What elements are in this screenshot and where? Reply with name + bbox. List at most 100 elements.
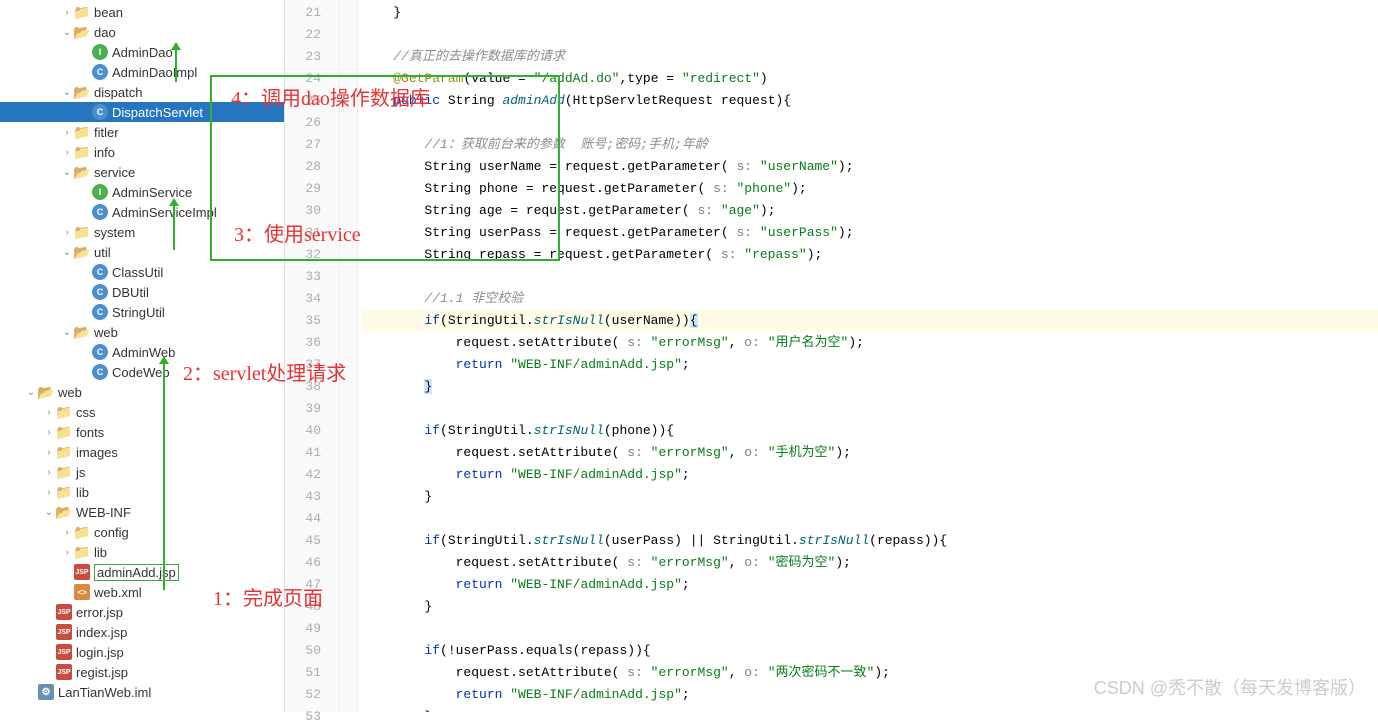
code-line[interactable]: [362, 266, 1378, 288]
line-number: 38: [285, 376, 321, 398]
tree-item-info[interactable]: ›info: [0, 142, 284, 162]
tree-item-web[interactable]: ⌄web: [0, 322, 284, 342]
tree-item-stringutil[interactable]: StringUtil: [0, 302, 284, 322]
tree-item-js[interactable]: ›js: [0, 462, 284, 482]
code-line[interactable]: return "WEB-INF/adminAdd.jsp";: [362, 684, 1378, 706]
tree-item-dao[interactable]: ⌄dao: [0, 22, 284, 42]
folder-icon: [74, 84, 90, 100]
tree-item-lib[interactable]: ›lib: [0, 482, 284, 502]
chevron-right-icon[interactable]: ›: [42, 467, 56, 478]
code-line[interactable]: }: [362, 2, 1378, 24]
code-line[interactable]: public String adminAdd(HttpServletReques…: [362, 90, 1378, 112]
tree-item-fitler[interactable]: ›fitler: [0, 122, 284, 142]
chevron-right-icon[interactable]: ›: [60, 547, 74, 558]
code-line[interactable]: //真正的去操作数据库的请求: [362, 46, 1378, 68]
tree-item-fonts[interactable]: ›fonts: [0, 422, 284, 442]
code-line[interactable]: request.setAttribute( s: "errorMsg", o: …: [362, 442, 1378, 464]
chevron-right-icon[interactable]: ›: [60, 127, 74, 138]
code-line[interactable]: @GetParam(value = "/addAd.do",type = "re…: [362, 68, 1378, 90]
tree-item-adminserviceimpl[interactable]: AdminServiceImpl: [0, 202, 284, 222]
tree-item-images[interactable]: › images: [0, 442, 284, 462]
tree-item-adminadd-jsp[interactable]: adminAdd.jsp: [0, 562, 284, 582]
project-tree[interactable]: ›bean⌄daoAdminDaoAdminDaoImpl⌄dispatchDi…: [0, 0, 285, 712]
tree-item-bean[interactable]: ›bean: [0, 2, 284, 22]
tree-item-adminservice[interactable]: AdminService: [0, 182, 284, 202]
chevron-right-icon[interactable]: ›: [42, 447, 56, 458]
tree-item-lantianweb-iml[interactable]: LanTianWeb.iml: [0, 682, 284, 702]
code-line[interactable]: if(!userPass.equals(repass)){: [362, 640, 1378, 662]
tree-label: images: [76, 445, 118, 460]
chevron-right-icon[interactable]: ›: [42, 487, 56, 498]
code-line[interactable]: [362, 398, 1378, 420]
code-line[interactable]: [362, 112, 1378, 134]
code-line[interactable]: [362, 508, 1378, 530]
tree-item-admindao[interactable]: AdminDao: [0, 42, 284, 62]
jsp-icon: [56, 604, 72, 620]
chevron-right-icon[interactable]: ›: [60, 227, 74, 238]
code-line[interactable]: }: [362, 486, 1378, 508]
chevron-right-icon[interactable]: ›: [42, 407, 56, 418]
code-line[interactable]: [362, 24, 1378, 46]
tree-item-service[interactable]: ⌄service: [0, 162, 284, 182]
tree-item-admindaoimpl[interactable]: AdminDaoImpl: [0, 62, 284, 82]
code-line[interactable]: return "WEB-INF/adminAdd.jsp";: [362, 574, 1378, 596]
tree-item-web-inf[interactable]: ⌄WEB-INF: [0, 502, 284, 522]
code-line[interactable]: String phone = request.getParameter( s: …: [362, 178, 1378, 200]
code-line[interactable]: if(StringUtil.strIsNull(userName)){: [362, 310, 1378, 332]
tree-item-classutil[interactable]: ClassUtil: [0, 262, 284, 282]
tree-item-css[interactable]: ›css: [0, 402, 284, 422]
code-line[interactable]: [362, 618, 1378, 640]
chevron-down-icon[interactable]: ⌄: [60, 327, 74, 338]
code-line[interactable]: }: [362, 376, 1378, 398]
code-line[interactable]: if(StringUtil.strIsNull(userPass) || Str…: [362, 530, 1378, 552]
code-line[interactable]: //1.1 非空校验: [362, 288, 1378, 310]
tree-item-web[interactable]: ⌄web: [0, 382, 284, 402]
chevron-down-icon[interactable]: ⌄: [60, 167, 74, 178]
code-line[interactable]: }: [362, 706, 1378, 712]
tree-item-index-jsp[interactable]: index.jsp: [0, 622, 284, 642]
tree-item-dispatch[interactable]: ⌄dispatch: [0, 82, 284, 102]
line-number: 41: [285, 442, 321, 464]
tree-item-error-jsp[interactable]: error.jsp: [0, 602, 284, 622]
code-line[interactable]: request.setAttribute( s: "errorMsg", o: …: [362, 332, 1378, 354]
tree-item-dispatchservlet[interactable]: DispatchServlet: [0, 102, 284, 122]
tree-item-web-xml[interactable]: web.xml: [0, 582, 284, 602]
tree-label: login.jsp: [76, 645, 124, 660]
code-area[interactable]: } //真正的去操作数据库的请求 @GetParam(value = "/add…: [358, 0, 1378, 712]
chevron-right-icon[interactable]: ›: [60, 147, 74, 158]
chevron-down-icon[interactable]: ⌄: [60, 247, 74, 258]
chevron-down-icon[interactable]: ⌄: [42, 507, 56, 518]
code-line[interactable]: String age = request.getParameter( s: "a…: [362, 200, 1378, 222]
class-icon: [92, 104, 108, 120]
code-line[interactable]: String userPass = request.getParameter( …: [362, 222, 1378, 244]
tree-item-lib[interactable]: ›lib: [0, 542, 284, 562]
line-number: 40: [285, 420, 321, 442]
chevron-down-icon[interactable]: ⌄: [60, 27, 74, 38]
tree-item-adminweb[interactable]: AdminWeb: [0, 342, 284, 362]
tree-item-codeweb[interactable]: CodeWeb: [0, 362, 284, 382]
tree-item-system[interactable]: ›system: [0, 222, 284, 242]
code-line[interactable]: request.setAttribute( s: "errorMsg", o: …: [362, 552, 1378, 574]
chevron-down-icon[interactable]: ⌄: [60, 87, 74, 98]
code-line[interactable]: if(StringUtil.strIsNull(phone)){: [362, 420, 1378, 442]
code-editor[interactable]: 2122232425262728293031323334353637383940…: [285, 0, 1378, 712]
code-line[interactable]: return "WEB-INF/adminAdd.jsp";: [362, 464, 1378, 486]
interface-icon: [92, 44, 108, 60]
tree-label: index.jsp: [76, 625, 127, 640]
code-line[interactable]: String repass = request.getParameter( s:…: [362, 244, 1378, 266]
code-line[interactable]: //1：获取前台来的参数 账号;密码;手机;年龄: [362, 134, 1378, 156]
chevron-right-icon[interactable]: ›: [60, 7, 74, 18]
line-number: 22: [285, 24, 321, 46]
code-line[interactable]: String userName = request.getParameter( …: [362, 156, 1378, 178]
tree-item-login-jsp[interactable]: login.jsp: [0, 642, 284, 662]
tree-item-config[interactable]: ›config: [0, 522, 284, 542]
chevron-right-icon[interactable]: ›: [60, 527, 74, 538]
code-line[interactable]: request.setAttribute( s: "errorMsg", o: …: [362, 662, 1378, 684]
code-line[interactable]: }: [362, 596, 1378, 618]
tree-item-dbutil[interactable]: DBUtil: [0, 282, 284, 302]
tree-item-util[interactable]: ⌄util: [0, 242, 284, 262]
tree-item-regist-jsp[interactable]: regist.jsp: [0, 662, 284, 682]
chevron-right-icon[interactable]: ›: [42, 427, 56, 438]
chevron-down-icon[interactable]: ⌄: [24, 387, 38, 398]
code-line[interactable]: return "WEB-INF/adminAdd.jsp";: [362, 354, 1378, 376]
